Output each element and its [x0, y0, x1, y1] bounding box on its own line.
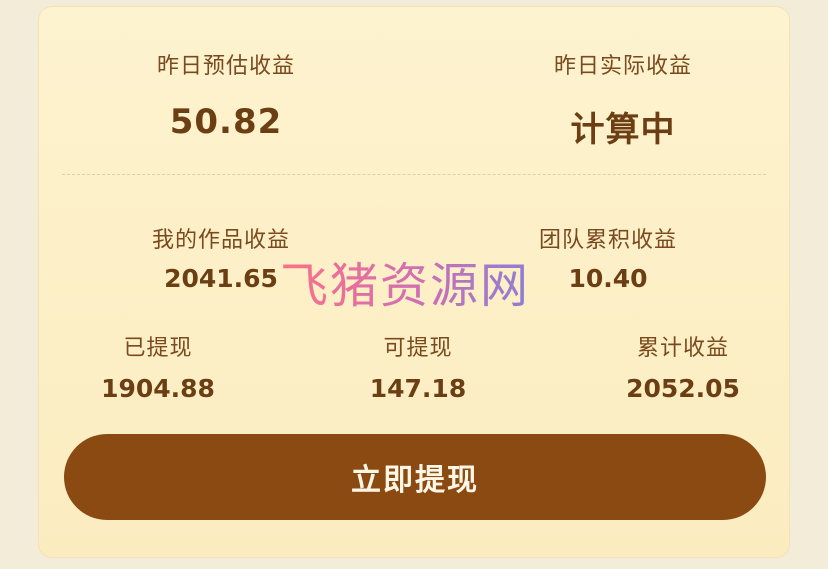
watermark-text: 飞猪资源网 — [280, 246, 530, 316]
yesterday-actual-earnings: 昨日实际收益 计算中 — [498, 48, 748, 151]
yesterday-actual-label: 昨日实际收益 — [553, 54, 692, 79]
team-accumulated-value: 10.40 — [568, 264, 648, 293]
team-accumulated-label: 团队累积收益 — [538, 228, 677, 253]
section-divider — [62, 174, 766, 175]
available-label: 可提现 — [383, 336, 453, 361]
team-accumulated-earnings: 团队累积收益 10.40 — [508, 222, 708, 293]
cumulative-earnings: 累计收益 2052.05 — [598, 330, 768, 403]
yesterday-actual-value: 计算中 — [570, 110, 676, 150]
yesterday-estimated-value: 50.82 — [169, 102, 283, 142]
cumulative-label: 累计收益 — [636, 336, 729, 361]
available-amount: 可提现 147.18 — [333, 330, 503, 403]
cumulative-value: 2052.05 — [626, 374, 740, 403]
withdrawn-amount: 已提现 1904.88 — [78, 330, 238, 403]
yesterday-estimated-label: 昨日预估收益 — [156, 54, 295, 79]
yesterday-estimated-earnings: 昨日预估收益 50.82 — [126, 48, 326, 142]
available-value: 147.18 — [369, 374, 467, 403]
withdrawn-value: 1904.88 — [101, 374, 215, 403]
withdraw-now-button[interactable]: 立即提现 — [64, 434, 766, 520]
withdrawn-label: 已提现 — [123, 336, 193, 361]
